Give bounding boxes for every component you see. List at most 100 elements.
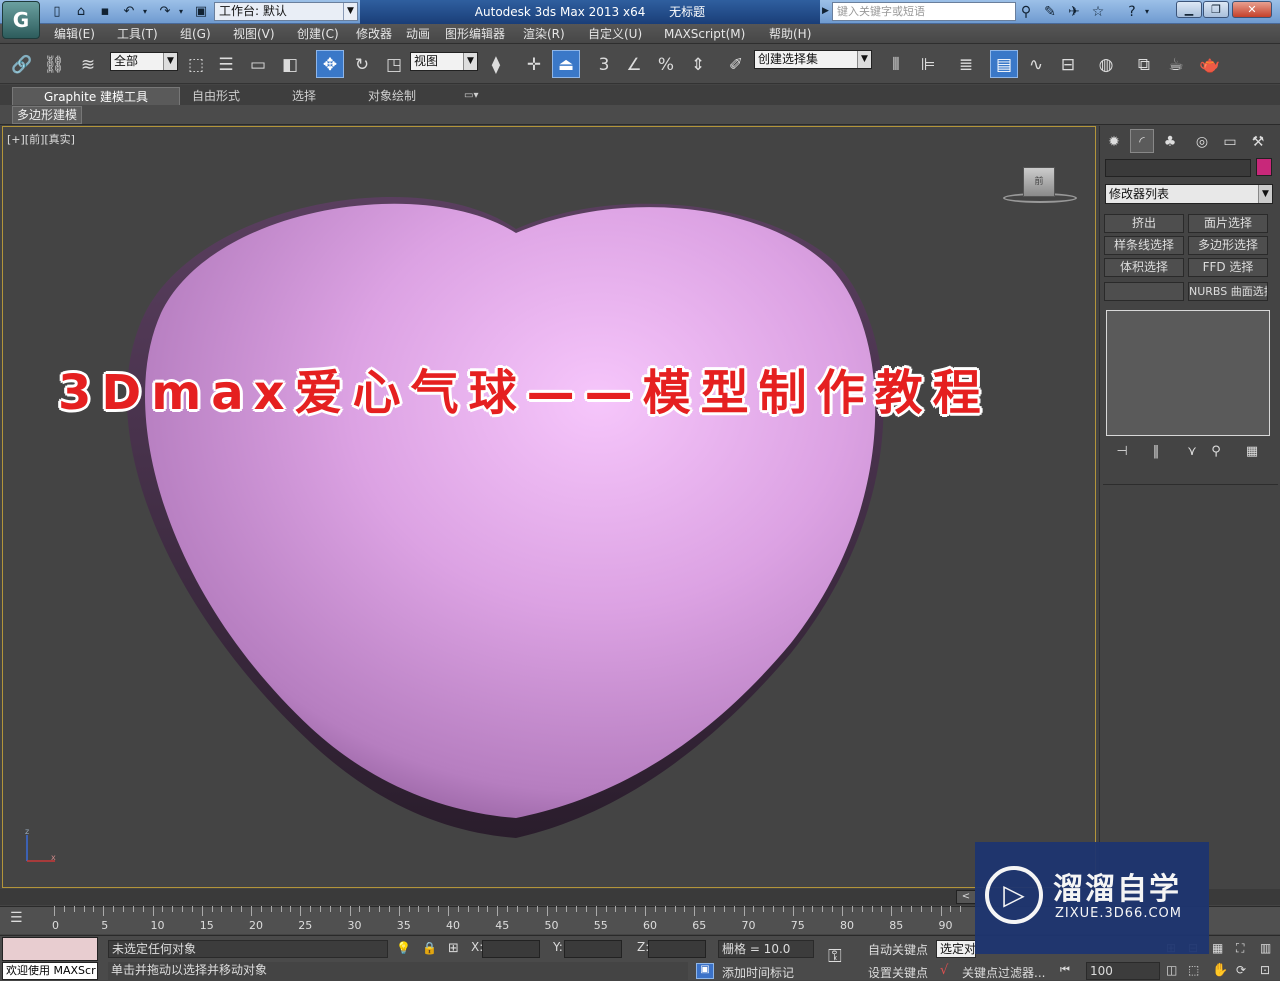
- link-icon[interactable]: 🔗: [8, 50, 36, 78]
- hierarchy-tab-icon[interactable]: ♣: [1158, 129, 1182, 153]
- motion-tab-icon[interactable]: ◎: [1190, 129, 1214, 153]
- edit-named-selection-icon[interactable]: ✐: [722, 50, 750, 78]
- menu-maxscript[interactable]: MAXScript(M): [664, 24, 745, 44]
- modify-tab-icon[interactable]: ◜: [1130, 129, 1154, 153]
- utilities-tab-icon[interactable]: ⚒: [1246, 129, 1270, 153]
- selection-lock-icon[interactable]: 🔒: [422, 941, 437, 955]
- close-button[interactable]: ✕: [1232, 1, 1272, 18]
- unlink-icon[interactable]: ⛓: [40, 50, 68, 78]
- rendered-frame-window-icon[interactable]: ☕: [1162, 50, 1190, 78]
- absolute-mode-icon[interactable]: ⊞: [448, 941, 459, 956]
- window-crossing-icon[interactable]: ◧: [276, 50, 304, 78]
- remove-modifier-icon[interactable]: ⚲: [1206, 444, 1226, 462]
- maxscript-mini-listener[interactable]: 欢迎使用 MAXScr: [2, 962, 98, 980]
- add-time-tag[interactable]: 添加时间标记: [722, 964, 794, 981]
- menu-customize[interactable]: 自定义(U): [588, 24, 642, 44]
- zoom-extents-icon[interactable]: ▦: [1212, 941, 1223, 955]
- viewport-label[interactable]: [+][前][真实]: [7, 131, 75, 147]
- z-coordinate-field[interactable]: [648, 940, 706, 958]
- reference-coordinate-dropdown[interactable]: 视图 ▼: [410, 52, 478, 71]
- display-tab-icon[interactable]: ▭: [1218, 129, 1242, 153]
- select-and-rotate-icon[interactable]: ↻: [348, 50, 376, 78]
- undo-icon[interactable]: ↶: [120, 3, 138, 21]
- object-color-swatch[interactable]: [1256, 158, 1272, 176]
- modifier-list-dropdown[interactable]: 修改器列表 ▼: [1105, 184, 1273, 204]
- favorites-star-icon[interactable]: ☆: [1088, 3, 1108, 21]
- modifier-ffd-select-button[interactable]: FFD 选择: [1188, 258, 1268, 277]
- help-dropdown-icon[interactable]: ▾: [1142, 3, 1152, 21]
- rect-selection-region-icon[interactable]: ▭: [244, 50, 272, 78]
- mirror-icon[interactable]: ⫴: [882, 50, 910, 78]
- make-unique-icon[interactable]: ⋎: [1182, 444, 1202, 462]
- time-slider-handle[interactable]: <: [956, 890, 976, 904]
- current-frame-field[interactable]: 100: [1086, 962, 1160, 980]
- help-search-input[interactable]: 键入关键字或短语: [832, 2, 1016, 21]
- menu-modifiers[interactable]: 修改器: [356, 24, 392, 44]
- tab-graphite[interactable]: Graphite 建模工具: [12, 87, 180, 105]
- menu-graph-editors[interactable]: 图形编辑器: [445, 24, 505, 44]
- align-icon[interactable]: ⊫: [914, 50, 942, 78]
- pan-view-icon[interactable]: ✋: [1212, 963, 1228, 978]
- minimize-button[interactable]: ▁: [1176, 1, 1202, 18]
- modifier-nurbs-select-button[interactable]: NURBS 曲面选择: [1188, 282, 1268, 301]
- select-manipulate-icon[interactable]: ✛: [520, 50, 548, 78]
- zoom-region-icon[interactable]: ⬚: [1188, 963, 1199, 977]
- schematic-view-icon[interactable]: ⊟: [1054, 50, 1082, 78]
- menu-animation[interactable]: 动画: [406, 24, 430, 44]
- tab-polygon-modeling[interactable]: 多边形建模: [12, 106, 83, 124]
- zoom-extents-all-icon[interactable]: ⛶: [1236, 941, 1244, 956]
- render-setup-icon[interactable]: ⧉: [1130, 50, 1158, 78]
- select-by-name-icon[interactable]: ☰: [212, 50, 240, 78]
- pivot-center-icon[interactable]: ⧫: [482, 50, 510, 78]
- menu-help[interactable]: 帮助(H): [769, 24, 811, 44]
- modifier-patch-select-button[interactable]: 面片选择: [1188, 214, 1268, 233]
- app-menu-button[interactable]: G: [2, 1, 40, 39]
- modifier-empty-button[interactable]: [1104, 282, 1184, 301]
- isolate-selection-icon[interactable]: 💡: [396, 941, 411, 955]
- modifier-spline-select-button[interactable]: 样条线选择: [1104, 236, 1184, 255]
- menu-tools[interactable]: 工具(T): [117, 24, 158, 44]
- menu-edit[interactable]: 编辑(E): [54, 24, 95, 44]
- orbit-icon[interactable]: ⟳: [1236, 963, 1246, 977]
- save-file-icon[interactable]: ▪: [96, 3, 114, 21]
- undo-dropdown-icon[interactable]: ▾: [140, 3, 150, 21]
- select-and-scale-icon[interactable]: ◳: [380, 50, 408, 78]
- modifier-poly-select-button[interactable]: 多边形选择: [1188, 236, 1268, 255]
- angle-snap-icon[interactable]: ∠: [620, 50, 648, 78]
- selection-filter-dropdown[interactable]: 全部 ▼: [110, 52, 178, 71]
- workspace-dropdown[interactable]: 工作台: 默认 ▼: [214, 2, 358, 21]
- key-icon[interactable]: ⚿: [828, 946, 842, 967]
- communication-center-icon[interactable]: ✈: [1064, 3, 1084, 21]
- pin-stack-icon[interactable]: ⊣: [1112, 444, 1132, 462]
- maximize-viewport-icon[interactable]: ⊡: [1260, 963, 1270, 977]
- y-coordinate-field[interactable]: [564, 940, 622, 958]
- redo-icon[interactable]: ↷: [156, 3, 174, 21]
- modifier-extrude-button[interactable]: 挤出: [1104, 214, 1184, 233]
- object-name-field[interactable]: [1105, 159, 1251, 177]
- tab-selection[interactable]: 选择: [286, 87, 322, 105]
- ribbon-options-icon[interactable]: ▭▾: [458, 87, 484, 105]
- expand-arrow-icon[interactable]: ▶: [822, 6, 830, 18]
- snaps-toggle-icon[interactable]: 3: [590, 50, 618, 78]
- maxscript-listener-swatch[interactable]: [2, 937, 98, 961]
- subscription-center-icon[interactable]: ✎: [1040, 3, 1060, 21]
- layer-manager-icon[interactable]: ≣: [952, 50, 980, 78]
- menu-group[interactable]: 组(G): [180, 24, 211, 44]
- auto-key-button[interactable]: 自动关键点: [868, 941, 928, 958]
- viewport-front[interactable]: [+][前][真实] 前 z x: [2, 126, 1096, 888]
- set-key-button[interactable]: 设置关键点: [868, 964, 928, 981]
- named-selection-dropdown[interactable]: 创建选择集 ▼: [754, 50, 872, 69]
- menu-views[interactable]: 视图(V): [233, 24, 275, 44]
- menu-create[interactable]: 创建(C): [297, 24, 339, 44]
- create-tab-icon[interactable]: ✹: [1102, 129, 1126, 153]
- show-end-result-icon[interactable]: ‖: [1146, 444, 1166, 462]
- redo-dropdown-icon[interactable]: ▾: [176, 3, 186, 21]
- maximize-button[interactable]: ❐: [1203, 1, 1229, 18]
- key-filters-button[interactable]: 关键点过滤器...: [962, 964, 1045, 981]
- select-and-move-icon[interactable]: ✥: [316, 50, 344, 78]
- modifier-stack[interactable]: [1106, 310, 1270, 436]
- viewcube[interactable]: 前: [1023, 167, 1055, 197]
- project-folder-icon[interactable]: ▣: [192, 3, 210, 21]
- bind-space-warp-icon[interactable]: ≋: [74, 50, 102, 78]
- help-icon[interactable]: ?: [1122, 3, 1142, 21]
